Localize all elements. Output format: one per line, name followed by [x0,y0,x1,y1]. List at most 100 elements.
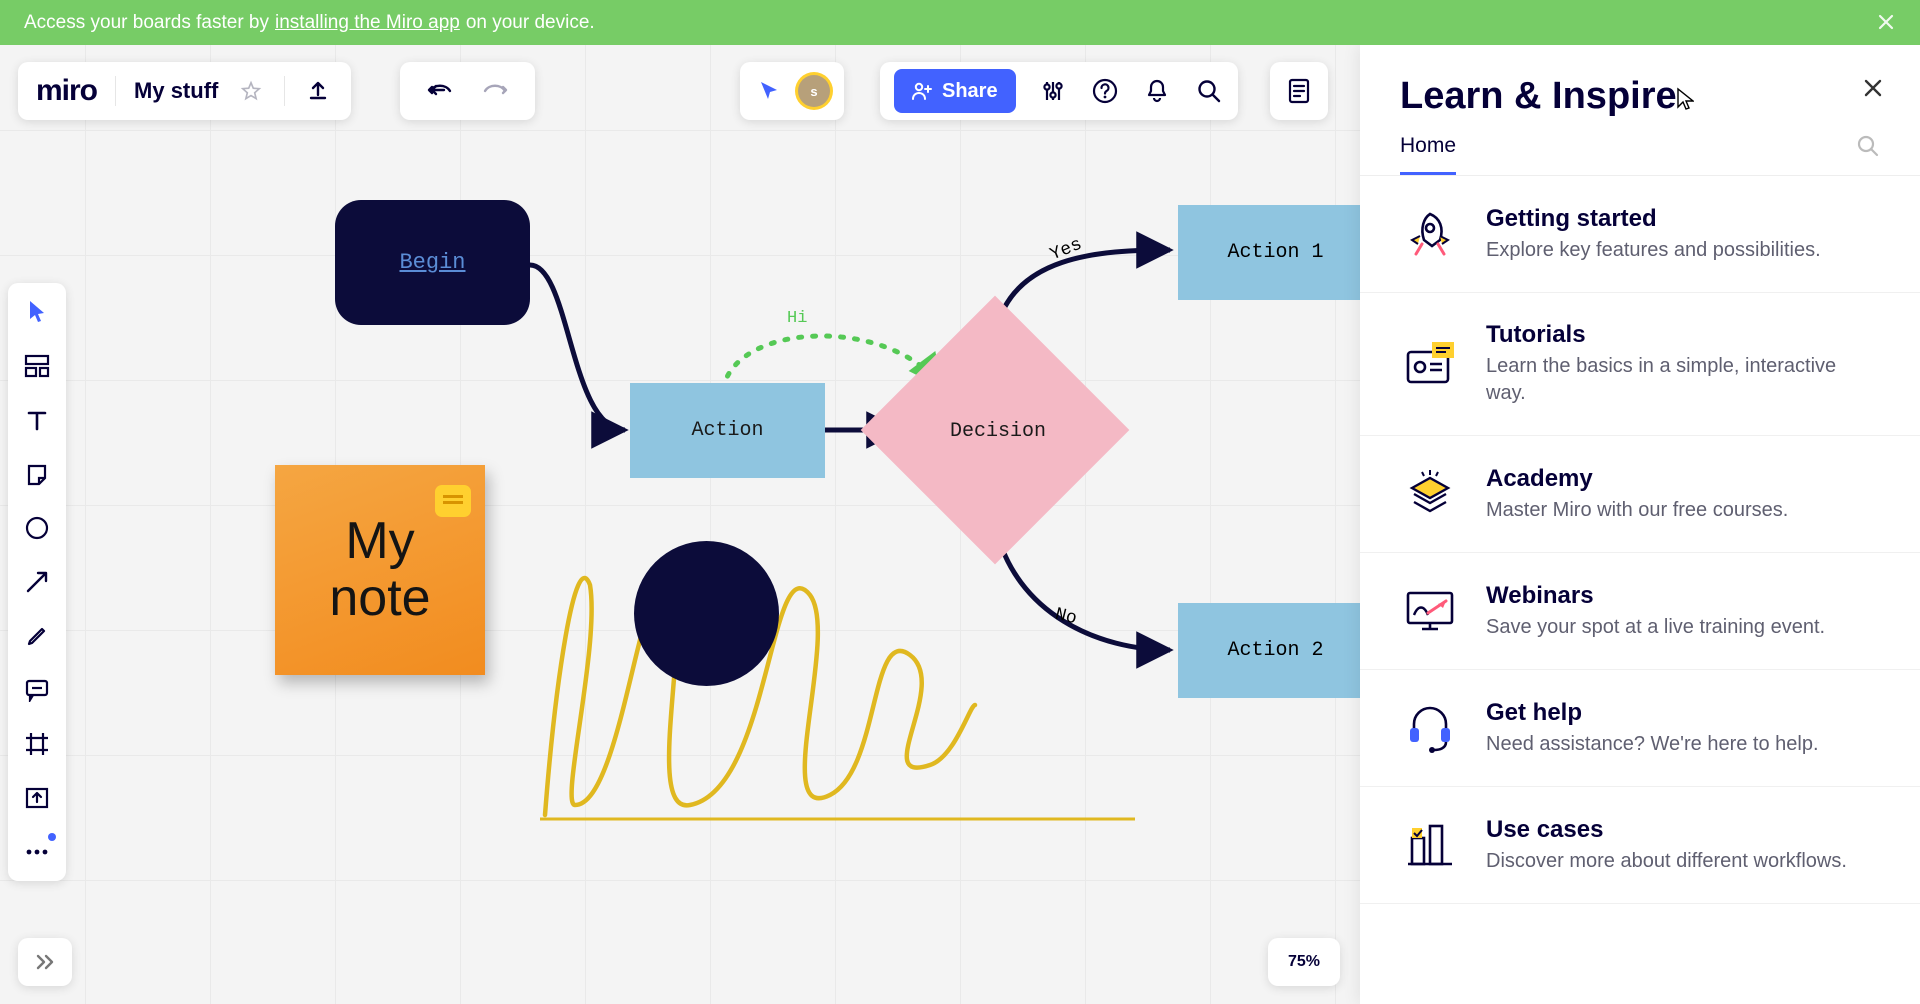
banner-text-after: on your device. [466,12,595,34]
app-root: Yes No Hi Begin Action Decision Action 1… [0,45,1920,1004]
node-action-2[interactable]: Action 2 [1178,603,1373,698]
help-icon [1092,78,1118,104]
node-action-1-label: Action 1 [1227,241,1323,264]
node-action[interactable]: Action [630,383,825,478]
sticky-icon [25,462,49,486]
panel-item-title: Getting started [1486,205,1821,233]
node-decision-label: Decision [950,420,1046,443]
left-toolbar [8,283,66,881]
node-action-1[interactable]: Action 1 [1178,205,1373,300]
tool-sticky[interactable] [20,457,54,491]
zoom-value: 75% [1288,953,1320,971]
panel-item-get-help[interactable]: Get help Need assistance? We're here to h… [1360,670,1920,787]
sticky-comment-icon[interactable] [435,485,471,517]
node-begin-label: Begin [399,250,465,275]
academy-icon [1400,464,1460,524]
cursor-icon [757,79,781,103]
panel-item-desc: Save your spot at a live training event. [1486,614,1825,641]
node-begin[interactable]: Begin [335,200,530,325]
usecases-icon [1400,815,1460,875]
arrow-icon [24,569,50,595]
pen-icon [25,624,49,648]
panel-item-webinars[interactable]: Webinars Save your spot at a live trainin… [1360,553,1920,670]
presentation-cursor-button[interactable] [754,76,784,106]
edge-label-hi: Hi [787,309,807,328]
tab-home[interactable]: Home [1400,134,1456,175]
miro-logo[interactable]: miro [36,74,97,108]
panel-item-tutorials[interactable]: TutorialsLearn the basics in a simple, i… [1360,293,1920,436]
panel-item-academy[interactable]: AcademyMaster Miro with our free courses… [1360,436,1920,553]
panel-item-desc: Need assistance? We're here to help. [1486,731,1819,758]
star-icon [240,80,262,102]
zoom-indicator[interactable]: 75% [1268,938,1340,986]
bell-icon [1145,78,1169,104]
search-icon [1856,134,1880,158]
templates-icon [24,354,50,378]
chevrons-right-icon [34,953,56,971]
tool-shape[interactable] [20,511,54,545]
undo-icon [426,80,454,102]
tool-pen[interactable] [20,619,54,653]
panel-item-desc: Master Miro with our free courses. [1486,497,1788,524]
node-action-label: Action [691,419,763,442]
banner-close-button[interactable] [1876,12,1896,38]
panel-item-title: Get help [1486,699,1819,727]
install-app-link[interactable]: installing the Miro app [275,12,460,34]
share-button-label: Share [942,80,998,103]
tool-upload[interactable] [20,781,54,815]
learn-inspire-panel: Learn & Inspire Home Getting startedExpl… [1360,45,1920,1004]
sticky-note-line2: note [329,570,430,627]
panel-item-use-cases[interactable]: Use casesDiscover more about different w… [1360,787,1920,904]
tool-frame[interactable] [20,727,54,761]
freehand-circle[interactable] [634,541,779,686]
panel-header: Learn & Inspire [1360,45,1920,118]
settings-button[interactable] [1038,76,1068,106]
redo-icon [481,80,509,102]
tool-more[interactable] [20,835,54,869]
circle-icon [24,515,50,541]
share-button[interactable]: Share [894,69,1016,113]
panel-title: Learn & Inspire [1400,75,1880,118]
export-button[interactable] [303,76,333,106]
star-board-button[interactable] [236,76,266,106]
tool-templates[interactable] [20,349,54,383]
sticky-note-line1: My [345,513,414,570]
redo-button[interactable] [480,76,510,106]
panel-item-getting-started[interactable]: Getting startedExplore key features and … [1360,176,1920,293]
frame-icon [24,731,50,757]
board-name[interactable]: My stuff [134,78,218,104]
panel-item-title: Webinars [1486,582,1825,610]
tool-select[interactable] [20,295,54,329]
tool-arrow[interactable] [20,565,54,599]
install-app-banner: Access your boards faster by installing … [0,0,1920,45]
activity-button[interactable] [1270,62,1328,120]
banner-text-before: Access your boards faster by [24,12,269,34]
user-avatar[interactable]: s [798,75,830,107]
notification-dot [48,833,56,841]
board-header: miro My stuff [18,62,351,120]
text-icon [25,408,49,432]
webinars-icon [1400,581,1460,641]
tool-text[interactable] [20,403,54,437]
notifications-button[interactable] [1142,76,1172,106]
headset-icon [1400,698,1460,758]
history-bar [400,62,535,120]
rocket-icon [1400,204,1460,264]
expand-toolbar-button[interactable] [18,938,72,986]
more-icon [25,848,49,856]
search-button[interactable] [1194,76,1224,106]
notes-icon [1286,77,1312,105]
sticky-note[interactable]: My note [275,465,485,675]
close-icon [1862,77,1884,99]
top-actions-bar: Share [880,62,1238,120]
divider [284,76,285,106]
undo-button[interactable] [425,76,455,106]
help-button[interactable] [1090,76,1120,106]
tutorials-icon [1400,334,1460,394]
tool-comment[interactable] [20,673,54,707]
panel-search-button[interactable] [1856,134,1880,163]
divider [115,76,116,106]
panel-close-button[interactable] [1862,77,1884,104]
panel-item-desc: Learn the basics in a simple, interactiv… [1486,353,1880,407]
panel-list: Getting startedExplore key features and … [1360,176,1920,1004]
